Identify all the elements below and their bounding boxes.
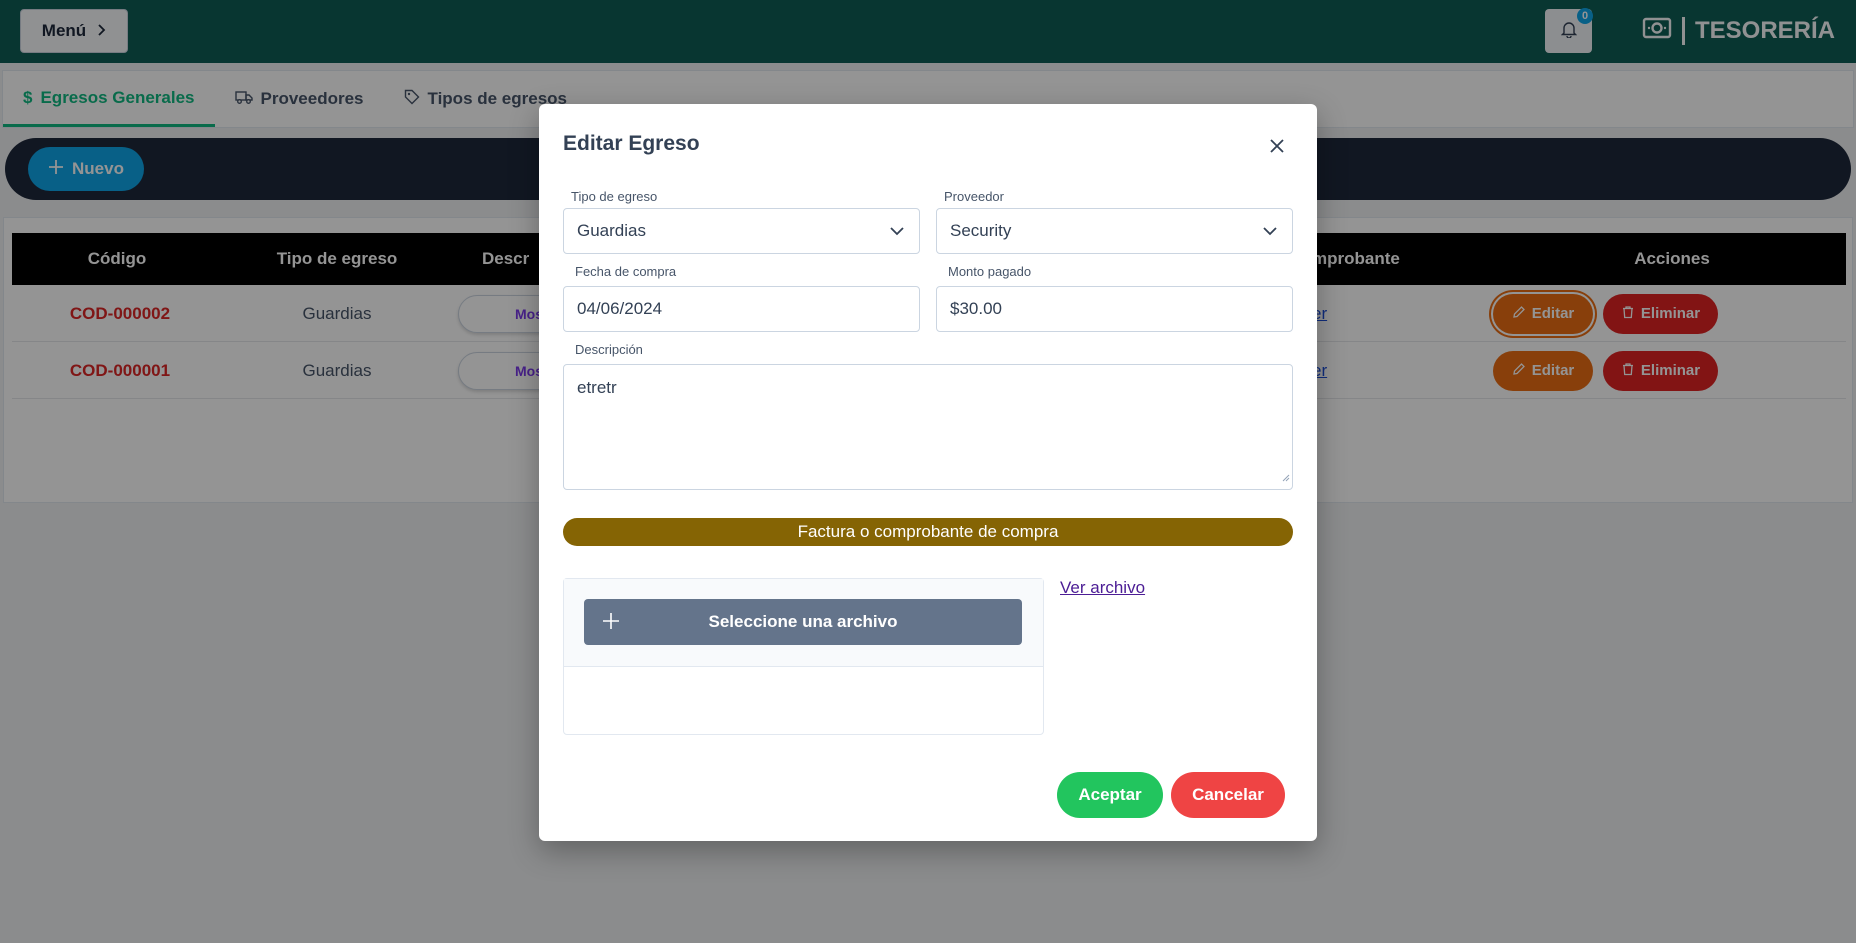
edit-egreso-dialog: Editar Egreso Tipo de egreso Guardias Pr…: [539, 104, 1317, 841]
close-icon[interactable]: [1265, 134, 1289, 158]
fecha-compra-label: Fecha de compra: [575, 264, 677, 279]
file-upload-header: Seleccione una archivo: [564, 579, 1043, 667]
view-file-link[interactable]: Ver archivo: [1060, 578, 1145, 598]
resize-grip-icon[interactable]: [1282, 467, 1290, 487]
descripcion-label: Descripción: [575, 342, 643, 357]
file-upload: Seleccione una archivo: [563, 578, 1044, 735]
descripcion-value: etretr: [577, 378, 617, 397]
proveedor-select[interactable]: Security: [936, 208, 1293, 254]
chevron-down-icon: [889, 223, 905, 244]
tipo-egreso-label: Tipo de egreso: [571, 189, 658, 204]
tipo-egreso-select[interactable]: Guardias: [563, 208, 920, 254]
descripcion-textarea[interactable]: etretr: [563, 364, 1293, 490]
monto-pagado-value: $30.00: [950, 299, 1002, 318]
plus-icon: [602, 612, 620, 635]
tipo-egreso-value: Guardias: [577, 221, 646, 240]
fecha-compra-value: 04/06/2024: [577, 299, 663, 318]
select-file-label: Seleccione una archivo: [708, 612, 898, 631]
fecha-compra-input[interactable]: 04/06/2024: [563, 286, 920, 332]
select-file-button[interactable]: Seleccione una archivo: [584, 599, 1022, 645]
proveedor-value: Security: [950, 221, 1012, 240]
accept-button[interactable]: Aceptar: [1057, 772, 1163, 818]
monto-pagado-label: Monto pagado: [948, 264, 1032, 279]
receipt-section-banner: Factura o comprobante de compra: [563, 518, 1293, 546]
proveedor-label: Proveedor: [944, 189, 1004, 204]
cancel-button[interactable]: Cancelar: [1171, 772, 1285, 818]
monto-pagado-input[interactable]: $30.00: [936, 286, 1293, 332]
chevron-down-icon: [1262, 223, 1278, 244]
dialog-title: Editar Egreso: [563, 132, 700, 155]
